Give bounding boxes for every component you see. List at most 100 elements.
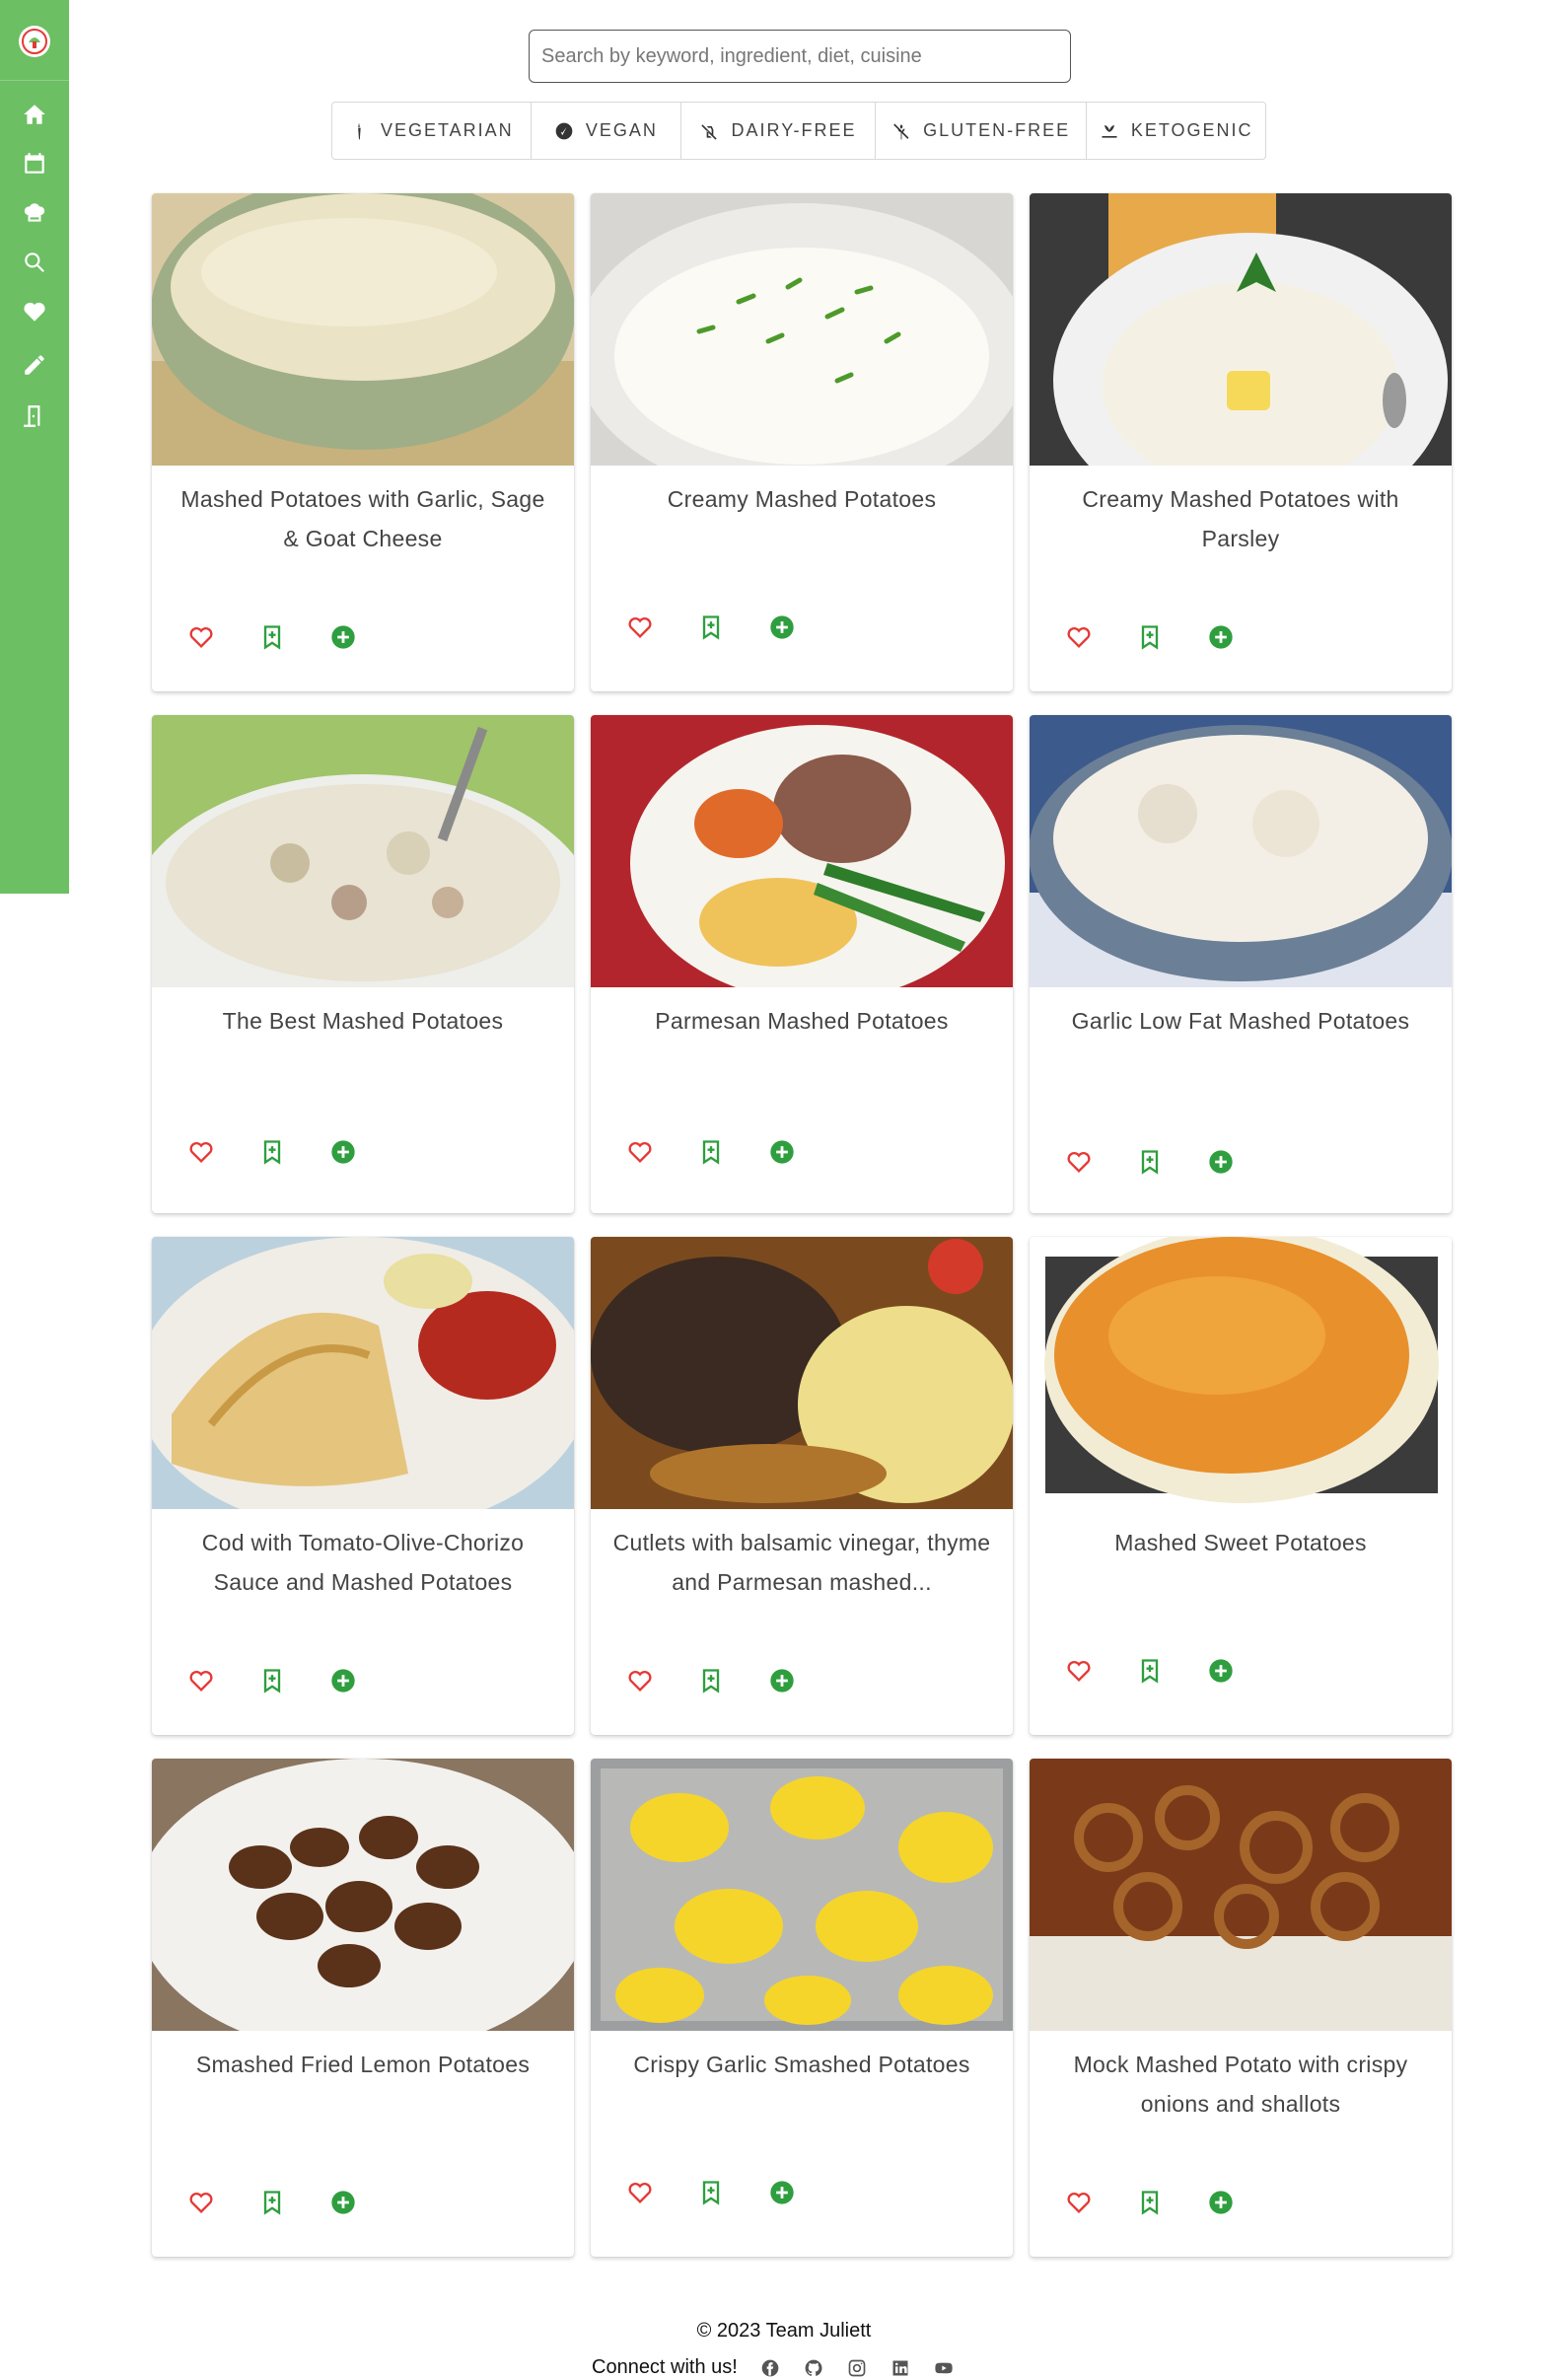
footer-copyright: © 2023 Team Juliett: [696, 2320, 872, 2342]
add-to-plan-button[interactable]: [1207, 623, 1235, 651]
heart-outline-icon: [189, 1670, 213, 1692]
favorite-button[interactable]: [187, 1138, 215, 1166]
recipe-title[interactable]: Mashed Sweet Potatoes: [1051, 1523, 1430, 1562]
recipe-title[interactable]: Creamy Mashed Potatoes with Parsley: [1051, 479, 1430, 558]
recipe-title[interactable]: Crispy Garlic Smashed Potatoes: [612, 2045, 991, 2084]
add-to-plan-button[interactable]: [768, 1138, 796, 1166]
recipe-image[interactable]: [1030, 1759, 1452, 2031]
recipe-card[interactable]: Parmesan Mashed Potatoes: [591, 715, 1013, 1213]
vegan-icon: [555, 122, 573, 139]
recipe-card[interactable]: Creamy Mashed Potatoes: [591, 193, 1013, 691]
bookmark-button[interactable]: [697, 1667, 725, 1694]
recipe-card[interactable]: The Best Mashed Potatoes: [152, 715, 574, 1213]
recipe-title[interactable]: Mock Mashed Potato with crispy onions an…: [1051, 2045, 1430, 2124]
diet-filter-dairy-free[interactable]: DAIRY-FREE: [681, 103, 876, 159]
favorite-button[interactable]: [626, 2179, 654, 2206]
recipe-card[interactable]: Smashed Fried Lemon Potatoes: [152, 1759, 574, 2257]
recipe-title[interactable]: Smashed Fried Lemon Potatoes: [174, 2045, 552, 2084]
youtube-icon[interactable]: [933, 2357, 955, 2379]
chef-logo-icon[interactable]: [19, 26, 50, 57]
heart-outline-icon: [628, 1141, 652, 1163]
recipe-image[interactable]: [152, 1237, 574, 1509]
sidebar-item-calendar[interactable]: [21, 150, 48, 178]
bookmark-button[interactable]: [697, 1138, 725, 1166]
instagram-icon[interactable]: [846, 2357, 868, 2379]
facebook-icon[interactable]: [759, 2357, 781, 2379]
diet-filter-vegan[interactable]: VEGAN: [532, 103, 682, 159]
add-to-plan-button[interactable]: [329, 1138, 357, 1166]
diet-filter-gluten-free[interactable]: GLUTEN-FREE: [876, 103, 1088, 159]
add-to-plan-button[interactable]: [329, 623, 357, 651]
add-to-plan-button[interactable]: [329, 2189, 357, 2216]
add-to-plan-button[interactable]: [1207, 1657, 1235, 1685]
add-to-plan-button[interactable]: [768, 613, 796, 641]
sidebar-item-favorites[interactable]: [21, 298, 48, 325]
recipe-card[interactable]: Garlic Low Fat Mashed Potatoes: [1030, 715, 1452, 1213]
favorite-button[interactable]: [187, 1667, 215, 1694]
bookmark-button[interactable]: [258, 2189, 286, 2216]
favorite-button[interactable]: [626, 1667, 654, 1694]
linkedin-icon[interactable]: [890, 2357, 911, 2379]
sidebar-item-logout[interactable]: [21, 402, 48, 430]
bookmark-button[interactable]: [1136, 1657, 1164, 1685]
recipe-card[interactable]: Crispy Garlic Smashed Potatoes: [591, 1759, 1013, 2257]
bookmark-button[interactable]: [697, 2179, 725, 2206]
bookmark-button[interactable]: [258, 1138, 286, 1166]
recipe-title[interactable]: Parmesan Mashed Potatoes: [612, 1001, 991, 1041]
recipe-title[interactable]: The Best Mashed Potatoes: [174, 1001, 552, 1041]
add-to-plan-button[interactable]: [1207, 2189, 1235, 2216]
recipe-card[interactable]: Mashed Potatoes with Garlic, Sage & Goat…: [152, 193, 574, 691]
favorite-button[interactable]: [187, 2189, 215, 2216]
add-circle-icon: [331, 625, 355, 649]
recipe-actions: [187, 1667, 357, 1694]
bookmark-plus-icon: [1141, 1150, 1159, 1175]
favorite-button[interactable]: [1065, 2189, 1093, 2216]
favorite-button[interactable]: [1065, 623, 1093, 651]
bookmark-button[interactable]: [258, 623, 286, 651]
recipe-image[interactable]: [1030, 1237, 1452, 1509]
add-to-plan-button[interactable]: [1207, 1148, 1235, 1176]
sidebar-item-recipes[interactable]: [21, 199, 48, 227]
favorite-button[interactable]: [1065, 1657, 1093, 1685]
add-circle-icon: [770, 1140, 794, 1164]
favorite-button[interactable]: [626, 1138, 654, 1166]
recipe-card[interactable]: Cutlets with balsamic vinegar, thyme and…: [591, 1237, 1013, 1735]
add-to-plan-button[interactable]: [768, 2179, 796, 2206]
recipe-image[interactable]: [591, 193, 1013, 466]
recipe-image[interactable]: [591, 715, 1013, 987]
recipe-title[interactable]: Garlic Low Fat Mashed Potatoes: [1051, 1001, 1430, 1041]
bookmark-button[interactable]: [1136, 1148, 1164, 1176]
bookmark-button[interactable]: [697, 613, 725, 641]
recipe-card[interactable]: Creamy Mashed Potatoes with Parsley: [1030, 193, 1452, 691]
diet-filter-ketogenic[interactable]: KETOGENIC: [1087, 103, 1265, 159]
recipe-card[interactable]: Mashed Sweet Potatoes: [1030, 1237, 1452, 1735]
add-to-plan-button[interactable]: [329, 1667, 357, 1694]
keto-icon: [1102, 124, 1117, 138]
github-icon[interactable]: [803, 2357, 824, 2379]
bookmark-button[interactable]: [258, 1667, 286, 1694]
favorite-button[interactable]: [1065, 1148, 1093, 1176]
sidebar-item-home[interactable]: [21, 101, 48, 128]
recipe-image[interactable]: [152, 193, 574, 466]
add-to-plan-button[interactable]: [768, 1667, 796, 1694]
recipe-title[interactable]: Cod with Tomato-Olive-Chorizo Sauce and …: [174, 1523, 552, 1602]
search-input[interactable]: [529, 30, 1071, 83]
recipe-image[interactable]: [152, 715, 574, 987]
favorite-button[interactable]: [187, 623, 215, 651]
diet-filter-vegetarian[interactable]: VEGETARIAN: [332, 103, 532, 159]
bookmark-button[interactable]: [1136, 623, 1164, 651]
recipe-image[interactable]: [1030, 715, 1452, 987]
recipe-image[interactable]: [152, 1759, 574, 2031]
sidebar-item-search[interactable]: [21, 249, 48, 276]
recipe-image[interactable]: [1030, 193, 1452, 466]
recipe-image[interactable]: [591, 1759, 1013, 2031]
recipe-title[interactable]: Cutlets with balsamic vinegar, thyme and…: [612, 1523, 991, 1602]
recipe-title[interactable]: Mashed Potatoes with Garlic, Sage & Goat…: [174, 479, 552, 558]
recipe-card[interactable]: Cod with Tomato-Olive-Chorizo Sauce and …: [152, 1237, 574, 1735]
bookmark-button[interactable]: [1136, 2189, 1164, 2216]
recipe-title[interactable]: Creamy Mashed Potatoes: [612, 479, 991, 519]
sidebar-item-edit[interactable]: [21, 351, 48, 379]
recipe-image[interactable]: [591, 1237, 1013, 1509]
recipe-card[interactable]: Mock Mashed Potato with crispy onions an…: [1030, 1759, 1452, 2257]
favorite-button[interactable]: [626, 613, 654, 641]
